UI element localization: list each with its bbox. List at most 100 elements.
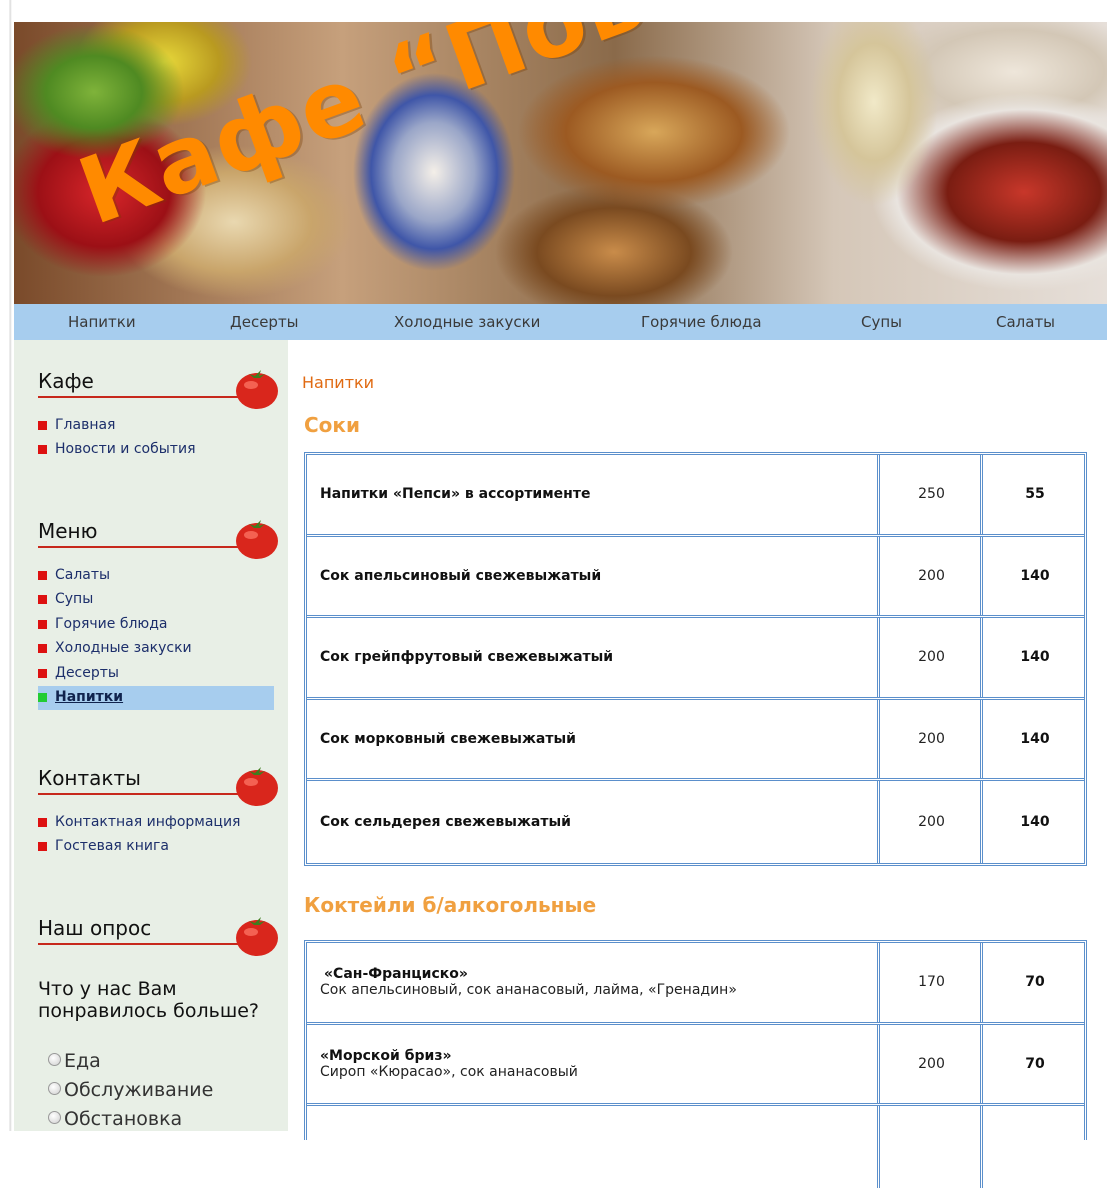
tomato-icon — [236, 917, 278, 956]
topnav-soups[interactable]: Супы — [861, 313, 902, 331]
item-name-cell — [307, 1106, 880, 1188]
tomato-icon — [236, 520, 278, 559]
bullet-icon — [38, 571, 47, 580]
poll-option-label: Обслуживание — [64, 1079, 214, 1101]
table-row: «Сан-Франциско» Сок апельсиновый, сок ан… — [307, 943, 1084, 1025]
item-name-cell: Сок сельдерея свежевыжатый — [307, 781, 880, 863]
sidebar-list-menu: Салаты Супы Горячие блюда Холодные закус… — [38, 564, 274, 711]
item-volume: 200 — [883, 1024, 983, 1104]
sidebar-item-label: Салаты — [55, 567, 111, 583]
tomato-icon — [236, 370, 278, 409]
item-name-cell: Напитки «Пепси» в ассортименте — [307, 455, 880, 534]
item-name: Сок морковный свежевыжатый — [320, 731, 576, 748]
item-name-cell: «Сан-Франциско» Сок апельсиновый, сок ан… — [307, 943, 880, 1022]
sidebar-item-drinks[interactable]: Напитки — [38, 685, 274, 711]
sidebar-item-soups[interactable]: Супы — [38, 588, 274, 612]
menu-table-juices: Напитки «Пепси» в ассортименте 250 55 Со… — [304, 452, 1087, 866]
item-volume: 170 — [883, 943, 983, 1022]
item-volume: 200 — [883, 699, 983, 779]
radio-button[interactable] — [48, 1053, 61, 1066]
item-price: 140 — [1020, 814, 1050, 831]
item-name: Сок сельдерея свежевыжатый — [320, 814, 571, 831]
sidebar-item-label: Холодные закуски — [55, 640, 192, 657]
poll-option-service[interactable]: Обслуживание — [48, 1079, 213, 1101]
item-name-cell: Сок морковный свежевыжатый — [307, 699, 880, 779]
sidebar-item-home[interactable]: Главная — [38, 414, 274, 438]
sidebar-heading-label: Меню — [38, 519, 98, 543]
radio-button[interactable] — [48, 1082, 61, 1095]
table-row: «Морской бриз» Сироп «Кюрасао», сок анан… — [307, 1024, 1084, 1107]
sidebar-heading-label: Контакты — [38, 766, 141, 790]
sidebar-item-salads[interactable]: Салаты — [38, 564, 274, 588]
breadcrumb: Напитки — [302, 373, 375, 392]
item-price: 140 — [1020, 731, 1050, 748]
sidebar-item-label: Супы — [55, 591, 94, 608]
poll-option-food[interactable]: Еда — [48, 1050, 101, 1072]
sidebar-item-label: Горячие блюда — [55, 615, 168, 632]
sidebar-heading-cafe: Кафе — [38, 368, 278, 409]
bullet-icon — [38, 842, 47, 852]
poll-option-ambience[interactable]: Обстановка — [48, 1108, 182, 1130]
sidebar-item-label: Главная — [55, 417, 116, 433]
poll-option-label: Еда — [64, 1050, 101, 1072]
bullet-icon — [38, 595, 47, 605]
sidebar-heading-contacts: Контакты — [38, 765, 278, 806]
sidebar-item-guestbook[interactable]: Гостевая книга — [38, 835, 274, 859]
item-description: Сироп «Кюрасао», сок ананасовый — [320, 1063, 578, 1080]
item-name-cell: «Морской бриз» Сироп «Кюрасао», сок анан… — [307, 1024, 880, 1104]
section-title-juices: Соки — [304, 413, 361, 437]
item-name-cell: Сок апельсиновый свежевыжатый — [307, 536, 880, 616]
sidebar-item-contact-info[interactable]: Контактная информация — [38, 811, 274, 835]
sidebar-item-label: Новости и события — [55, 441, 196, 458]
item-name: Сок апельсиновый свежевыжатый — [320, 567, 602, 584]
sidebar-item-hot-dishes[interactable]: Горячие блюда — [38, 613, 274, 637]
item-price: 140 — [1020, 649, 1050, 666]
header-banner: Кафе “Поворот” — [14, 22, 1107, 304]
bullet-icon — [38, 619, 47, 629]
table-row — [307, 1106, 1084, 1188]
table-row: Сок грейпфрутовый свежевыжатый 200 140 — [307, 618, 1084, 700]
item-name: «Сан-Франциско» — [324, 966, 468, 983]
sidebar-item-desserts[interactable]: Десерты — [38, 662, 274, 686]
poll-option-label: Обстановка — [64, 1108, 183, 1130]
topnav-drinks[interactable]: Напитки — [68, 313, 136, 331]
table-row: Напитки «Пепси» в ассортименте 250 55 — [307, 455, 1084, 537]
item-price: 70 — [1025, 974, 1045, 991]
sidebar-item-label: Гостевая книга — [55, 838, 169, 855]
item-volume: 200 — [883, 536, 983, 616]
item-name-cell: Сок грейпфрутовый свежевыжатый — [307, 618, 880, 697]
sidebar-list-cafe: Главная Новости и события — [38, 414, 274, 463]
topnav-cold-appetizers[interactable]: Холодные закуски — [394, 313, 540, 331]
sidebar-list-contacts: Контактная информация Гостевая книга — [38, 811, 274, 860]
item-volume: 200 — [883, 618, 983, 697]
item-price: 70 — [1025, 1055, 1045, 1072]
tomato-icon — [236, 767, 278, 806]
sidebar-item-label: Контактная информация — [55, 814, 241, 830]
item-name: Напитки «Пепси» в ассортименте — [320, 486, 591, 503]
bullet-icon — [38, 445, 47, 455]
topnav-hot-dishes[interactable]: Горячие блюда — [641, 313, 762, 331]
item-volume: 250 — [883, 455, 983, 534]
item-price — [986, 1106, 1084, 1188]
bullet-icon — [38, 668, 47, 678]
topnav-desserts[interactable]: Десерты — [230, 313, 299, 331]
topnav-salads[interactable]: Салаты — [996, 313, 1055, 331]
item-name: Сок грейпфрутовый свежевыжатый — [320, 649, 614, 666]
top-nav: Напитки Десерты Холодные закуски Горячие… — [14, 304, 1107, 340]
radio-button[interactable] — [48, 1111, 61, 1124]
bullet-icon — [38, 692, 47, 702]
table-row: Сок апельсиновый свежевыжатый 200 140 — [307, 536, 1084, 619]
sidebar-item-cold-appetizers[interactable]: Холодные закуски — [38, 637, 274, 661]
site-title: Кафе “Поворот” — [65, 22, 950, 246]
item-price: 140 — [1020, 567, 1050, 584]
sidebar-item-label: Напитки — [55, 688, 124, 705]
sidebar-item-label: Десерты — [55, 664, 119, 681]
sidebar: Кафе Главная Новости и события Меню Сала… — [14, 340, 288, 1131]
sidebar-heading-label: Наш опрос — [38, 916, 152, 940]
sidebar-heading-menu: Меню — [38, 518, 278, 559]
poll-question: Что у нас Вам понравилось больше? — [38, 978, 260, 1022]
sidebar-item-news[interactable]: Новости и события — [38, 438, 274, 462]
item-name: «Морской бриз» — [320, 1047, 452, 1064]
main-content: Напитки Соки Напитки «Пепси» в ассортиме… — [288, 340, 1107, 1188]
table-row: Сок морковный свежевыжатый 200 140 — [307, 699, 1084, 782]
